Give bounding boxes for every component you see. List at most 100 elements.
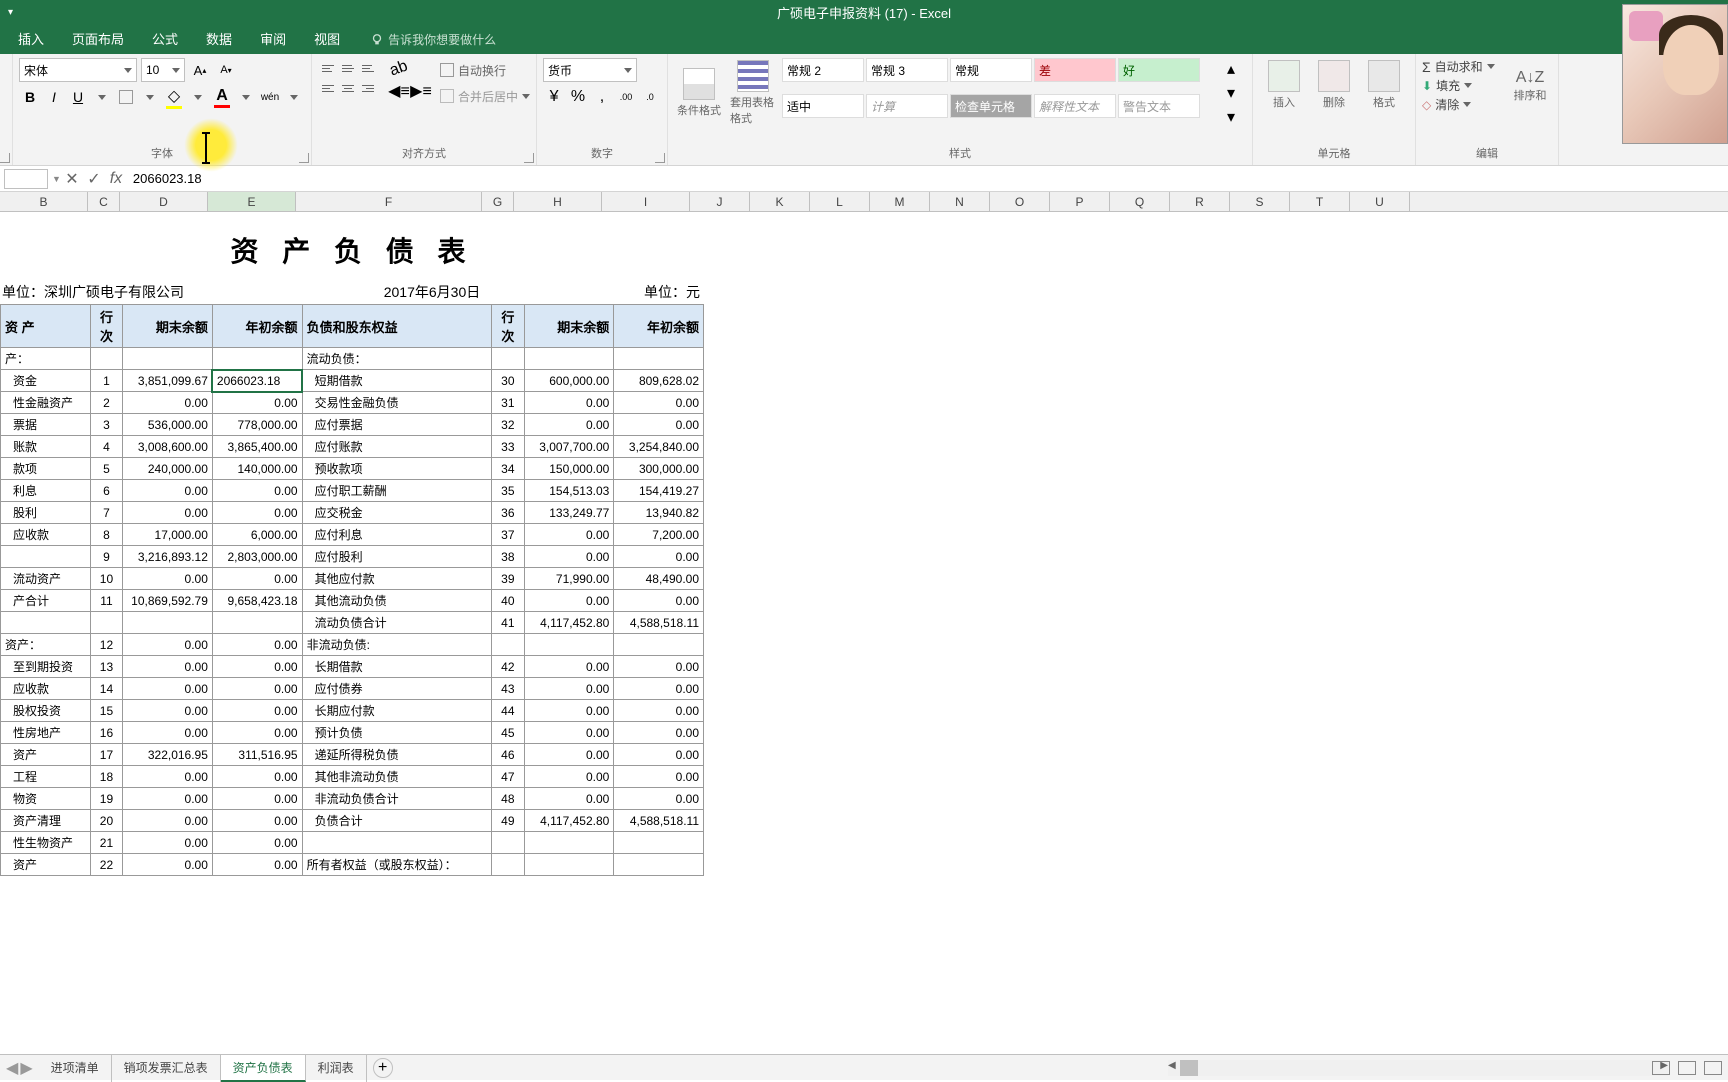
cell[interactable]: 预计负债	[302, 722, 492, 744]
align-right-button[interactable]	[358, 78, 378, 98]
cell[interactable]: 0.00	[524, 392, 614, 414]
cell[interactable]	[302, 832, 492, 854]
conditional-formatting-button[interactable]: 条件格式	[674, 58, 724, 128]
cell[interactable]: 0.00	[614, 656, 704, 678]
col-header-L[interactable]: L	[810, 192, 870, 211]
percent-button[interactable]: %	[567, 86, 589, 108]
cell[interactable]: 0.00	[212, 502, 302, 524]
cell[interactable]: 物资	[1, 788, 91, 810]
align-bottom-button[interactable]	[358, 58, 378, 78]
cell[interactable]: 3,851,099.67	[123, 370, 213, 392]
cell[interactable]: 长期应付款	[302, 700, 492, 722]
col-header-O[interactable]: O	[990, 192, 1050, 211]
cell[interactable]: 资金	[1, 370, 91, 392]
cell[interactable]: 0.00	[212, 854, 302, 876]
cell[interactable]	[212, 348, 302, 370]
cell[interactable]: 0.00	[524, 744, 614, 766]
cell[interactable]: 利息	[1, 480, 91, 502]
cell[interactable]: 150,000.00	[524, 458, 614, 480]
cell[interactable]: 0.00	[212, 766, 302, 788]
decrease-font-button[interactable]: A▾	[215, 59, 237, 81]
cell[interactable]: 资产	[1, 854, 91, 876]
cell[interactable]: 0.00	[614, 700, 704, 722]
cell[interactable]: 0.00	[212, 678, 302, 700]
cell[interactable]: 13	[90, 656, 123, 678]
table-row[interactable]: 股权投资150.000.00长期应付款440.000.00	[1, 700, 704, 722]
cell[interactable]: 11	[90, 590, 123, 612]
underline-dropdown[interactable]	[91, 86, 113, 108]
cell[interactable]: 15	[90, 700, 123, 722]
cell[interactable]: 短期借款	[302, 370, 492, 392]
cell[interactable]: 交易性金融负债	[302, 392, 492, 414]
cell[interactable]: 31	[492, 392, 525, 414]
tab-next-icon[interactable]: ▶	[20, 1058, 32, 1078]
gallery-down-button[interactable]: ▾	[1220, 82, 1242, 104]
formula-input[interactable]	[127, 169, 1728, 189]
fill-color-button[interactable]: ◇	[163, 86, 185, 108]
cell[interactable]: 应收款	[1, 524, 91, 546]
cell[interactable]: 49	[492, 810, 525, 832]
balance-sheet-table[interactable]: 资 产 行次 期末余额 年初余额 负债和股东权益 行次 期末余额 年初余额 产：…	[0, 304, 704, 876]
fill-button[interactable]: ⬇ 填充	[1422, 77, 1502, 94]
cell[interactable]: 所有者权益（或股东权益）：	[302, 854, 492, 876]
col-header-N[interactable]: N	[930, 192, 990, 211]
cell[interactable]: 16	[90, 722, 123, 744]
ribbon-tab-insert[interactable]: 插入	[4, 23, 58, 54]
cell[interactable]: 0.00	[524, 788, 614, 810]
col-header-F[interactable]: F	[296, 192, 482, 211]
align-left-button[interactable]	[318, 78, 338, 98]
ribbon-tab-formulas[interactable]: 公式	[138, 23, 192, 54]
tab-nav[interactable]: ◀▶	[0, 1058, 39, 1078]
cell[interactable]	[90, 348, 123, 370]
cell[interactable]: 应付职工薪酬	[302, 480, 492, 502]
col-header-U[interactable]: U	[1350, 192, 1410, 211]
cell[interactable]: 负债合计	[302, 810, 492, 832]
insert-function-button[interactable]: fx	[105, 168, 127, 190]
style-explan[interactable]: 解释性文本	[1034, 94, 1116, 118]
cell[interactable]: 30	[492, 370, 525, 392]
cell[interactable]: 22	[90, 854, 123, 876]
wrap-text-button[interactable]: 自动换行	[440, 58, 530, 82]
cell[interactable]: 17	[90, 744, 123, 766]
cell[interactable]	[492, 832, 525, 854]
cell[interactable]	[524, 854, 614, 876]
cell[interactable]: 13,940.82	[614, 502, 704, 524]
cell[interactable]: 流动负债：	[302, 348, 492, 370]
cell[interactable]	[614, 854, 704, 876]
cell[interactable]: 3,008,600.00	[123, 436, 213, 458]
gallery-up-button[interactable]: ▴	[1220, 58, 1242, 80]
col-header-S[interactable]: S	[1230, 192, 1290, 211]
cell[interactable]: 140,000.00	[212, 458, 302, 480]
cell[interactable]: 0.00	[212, 832, 302, 854]
cell[interactable]: 38	[492, 546, 525, 568]
cell[interactable]: 工程	[1, 766, 91, 788]
ribbon-tab-data[interactable]: 数据	[192, 23, 246, 54]
normal-view-button[interactable]	[1652, 1061, 1670, 1075]
cell[interactable]: 0.00	[524, 678, 614, 700]
sheet-tab-2[interactable]: 资产负债表	[221, 1054, 306, 1082]
table-row[interactable]: 性生物资产210.000.00	[1, 832, 704, 854]
cell[interactable]	[492, 634, 525, 656]
increase-decimal-button[interactable]: .00	[615, 86, 637, 108]
table-row[interactable]: 股利70.000.00应交税金36133,249.7713,940.82	[1, 502, 704, 524]
page-layout-view-button[interactable]	[1678, 1061, 1696, 1075]
cell[interactable]: 0.00	[524, 414, 614, 436]
cell[interactable]: 其他应付款	[302, 568, 492, 590]
cell[interactable]: 0.00	[212, 480, 302, 502]
cell[interactable]: 7	[90, 502, 123, 524]
cell[interactable]: 17,000.00	[123, 524, 213, 546]
cell[interactable]: 0.00	[614, 722, 704, 744]
cell[interactable]: 133,249.77	[524, 502, 614, 524]
cell[interactable]: 311,516.95	[212, 744, 302, 766]
cell[interactable]: 0.00	[212, 568, 302, 590]
cell[interactable]: 0.00	[123, 810, 213, 832]
gallery-more-button[interactable]: ▾	[1220, 106, 1242, 128]
cell[interactable]: 154,419.27	[614, 480, 704, 502]
cell[interactable]: 10,869,592.79	[123, 590, 213, 612]
cell[interactable]: 应付账款	[302, 436, 492, 458]
table-row[interactable]: 利息60.000.00应付职工薪酬35154,513.03154,419.27	[1, 480, 704, 502]
fill-color-dropdown[interactable]	[187, 86, 209, 108]
style-bad[interactable]: 差	[1034, 58, 1116, 82]
table-row[interactable]: 资产17322,016.95311,516.95递延所得税负债460.000.0…	[1, 744, 704, 766]
underline-button[interactable]: U	[67, 86, 89, 108]
